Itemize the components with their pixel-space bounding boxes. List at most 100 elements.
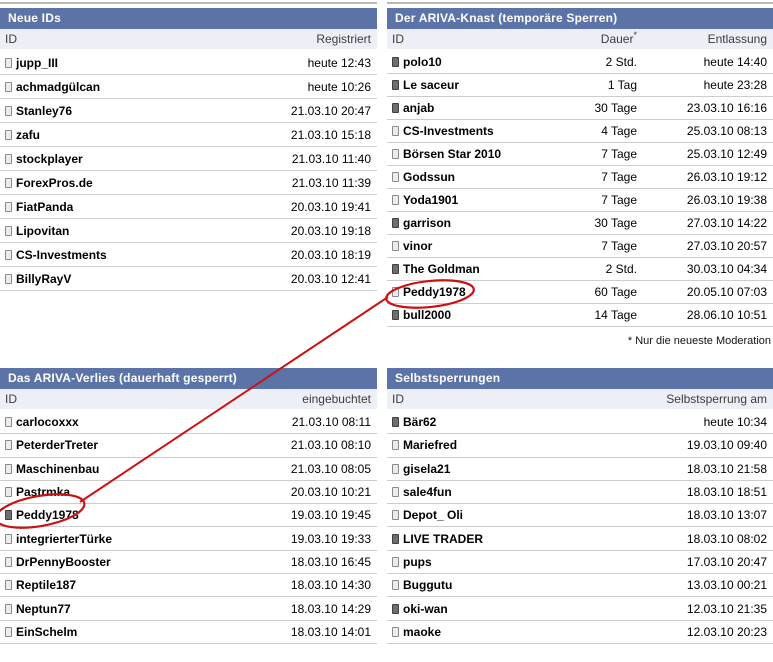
dauer-value: 14 Tage bbox=[594, 308, 638, 322]
user-id-label: gisela21 bbox=[403, 461, 451, 476]
user-id-link[interactable]: The Goldman bbox=[392, 262, 537, 276]
user-id-link[interactable]: EinSchelm bbox=[5, 625, 291, 639]
user-id-label: PeterderTreter bbox=[16, 438, 99, 453]
user-id-link[interactable]: Buggutu bbox=[392, 578, 687, 592]
user-id-link[interactable]: carlocoxxx bbox=[5, 415, 292, 429]
column-header-dauer: Dauer* bbox=[600, 30, 637, 47]
panel-title-selbstsperrungen: Selbstsperrungen bbox=[387, 368, 773, 389]
user-id-link[interactable]: ForexPros.de bbox=[5, 176, 292, 190]
column-header-row: ID Registriert bbox=[0, 29, 377, 49]
user-id-link[interactable]: DrPennyBooster bbox=[5, 555, 291, 569]
panel-neue-ids: Neue IDs ID Registriert jupp_III heute 12… bbox=[0, 8, 377, 291]
column-header-id: ID bbox=[5, 32, 17, 46]
user-id-label: Mariefred bbox=[403, 438, 458, 453]
table-row: CS-Investments 4 Tage 25.03.10 08:13 bbox=[387, 120, 773, 143]
user-icon bbox=[5, 105, 12, 116]
user-id-link[interactable]: oki-wan bbox=[392, 602, 687, 616]
user-id-link[interactable]: garrison bbox=[392, 216, 537, 230]
value-value: 21.03.10 11:39 bbox=[291, 175, 371, 190]
table-row: Stanley76 21.03.10 20:47 bbox=[0, 99, 377, 123]
value-value: 20.03.10 19:41 bbox=[290, 199, 371, 214]
value-value: 12.03.10 20:23 bbox=[686, 624, 767, 639]
user-id-link[interactable]: maoke bbox=[392, 625, 687, 639]
value-value: 12.03.10 21:35 bbox=[686, 601, 767, 616]
user-icon bbox=[392, 463, 399, 474]
value-value: 17.03.10 20:47 bbox=[686, 554, 767, 569]
user-id-link[interactable]: Stanley76 bbox=[5, 104, 291, 118]
user-id-link[interactable]: integrierterTürke bbox=[5, 532, 291, 546]
user-id-link[interactable]: CS-Investments bbox=[5, 248, 291, 262]
user-icon bbox=[392, 172, 399, 182]
value-value: heute 10:26 bbox=[307, 79, 371, 94]
entlassung-value: 30.03.10 04:34 bbox=[686, 262, 767, 276]
user-id-label: Reptile187 bbox=[16, 578, 77, 593]
user-icon bbox=[5, 273, 12, 284]
user-icon bbox=[392, 103, 399, 113]
user-id-label: oki-wan bbox=[403, 601, 448, 616]
user-id-label: jupp_III bbox=[16, 55, 58, 70]
user-id-link[interactable]: Bär62 bbox=[392, 415, 704, 429]
user-id-link[interactable]: sale4fun bbox=[392, 485, 687, 499]
user-icon bbox=[5, 249, 12, 260]
user-id-link[interactable]: polo10 bbox=[392, 55, 537, 69]
value-value: heute 10:34 bbox=[703, 415, 767, 430]
user-id-link[interactable]: anjab bbox=[392, 101, 537, 115]
panel-title-ariva-verlies: Das ARIVA-Verlies (dauerhaft gesperrt) bbox=[0, 368, 377, 389]
user-id-label: CS-Investments bbox=[16, 247, 107, 262]
user-id-link[interactable]: Reptile187 bbox=[5, 578, 291, 592]
value-value: 18.03.10 21:58 bbox=[686, 461, 767, 476]
user-id-link[interactable]: jupp_III bbox=[5, 56, 308, 70]
dauer-value: 2 Std. bbox=[605, 262, 637, 276]
user-id-link[interactable]: Peddy1978 bbox=[392, 285, 537, 299]
table-row: vinor 7 Tage 27.03.10 20:57 bbox=[387, 235, 773, 258]
user-id-link[interactable]: achmadgülcan bbox=[5, 80, 308, 94]
user-icon bbox=[392, 556, 399, 567]
user-icon bbox=[392, 57, 399, 67]
user-id-link[interactable]: gisela21 bbox=[392, 462, 687, 476]
user-id-link[interactable]: Pastrmka bbox=[5, 485, 291, 499]
user-id-link[interactable]: CS-Investments bbox=[392, 124, 537, 138]
table-row: Peddy1978 19.03.10 19:45 bbox=[0, 504, 377, 528]
user-id-link[interactable]: Le saceur bbox=[392, 78, 537, 92]
user-id-link[interactable]: PeterderTreter bbox=[5, 438, 291, 452]
table-row: garrison 30 Tage 27.03.10 14:22 bbox=[387, 212, 773, 235]
user-id-label: carlocoxxx bbox=[16, 415, 79, 430]
user-id-link[interactable]: Depot_ Oli bbox=[392, 508, 687, 522]
dauer-value: 7 Tage bbox=[601, 239, 637, 253]
user-id-link[interactable]: Peddy1978 bbox=[5, 508, 291, 522]
user-id-link[interactable]: Neptun77 bbox=[5, 602, 291, 616]
entlassung-value: 27.03.10 20:57 bbox=[686, 239, 767, 253]
user-icon bbox=[392, 218, 399, 228]
column-header-id: ID bbox=[392, 32, 404, 46]
user-icon bbox=[392, 603, 399, 614]
user-id-link[interactable]: zafu bbox=[5, 128, 291, 142]
user-id-link[interactable]: stockplayer bbox=[5, 152, 292, 166]
user-id-link[interactable]: Maschinenbau bbox=[5, 462, 291, 476]
user-icon bbox=[392, 149, 399, 159]
table-row: Yoda1901 7 Tage 26.03.10 19:38 bbox=[387, 189, 773, 212]
user-id-link[interactable]: Lipovitan bbox=[5, 224, 291, 238]
user-id-link[interactable]: Mariefred bbox=[392, 438, 687, 452]
column-header-row: ID Dauer* Entlassung bbox=[387, 29, 773, 49]
user-id-link[interactable]: Godssun bbox=[392, 170, 537, 184]
user-id-link[interactable]: LIVE TRADER bbox=[392, 532, 687, 546]
table-row: stockplayer 21.03.10 11:40 bbox=[0, 147, 377, 171]
entlassung-value: 28.06.10 10:51 bbox=[686, 308, 767, 322]
user-id-link[interactable]: FiatPanda bbox=[5, 200, 291, 214]
table-row: Börsen Star 2010 7 Tage 25.03.10 12:49 bbox=[387, 143, 773, 166]
table-row: pups 17.03.10 20:47 bbox=[387, 550, 773, 575]
user-id-label: bull2000 bbox=[403, 308, 452, 322]
user-icon bbox=[5, 81, 12, 92]
user-id-link[interactable]: pups bbox=[392, 555, 687, 569]
user-id-link[interactable]: BillyRayV bbox=[5, 272, 291, 286]
user-icon bbox=[5, 153, 12, 164]
column-header-row: ID eingebuchtet bbox=[0, 389, 377, 409]
user-id-link[interactable]: vinor bbox=[392, 239, 537, 253]
user-id-label: maoke bbox=[403, 624, 442, 639]
table-row: The Goldman 2 Std. 30.03.10 04:34 bbox=[387, 258, 773, 281]
user-id-label: ForexPros.de bbox=[16, 175, 93, 190]
user-id-link[interactable]: bull2000 bbox=[392, 308, 537, 322]
user-id-link[interactable]: Börsen Star 2010 bbox=[392, 147, 537, 161]
user-id-link[interactable]: Yoda1901 bbox=[392, 193, 537, 207]
user-id-label: polo10 bbox=[403, 55, 442, 69]
